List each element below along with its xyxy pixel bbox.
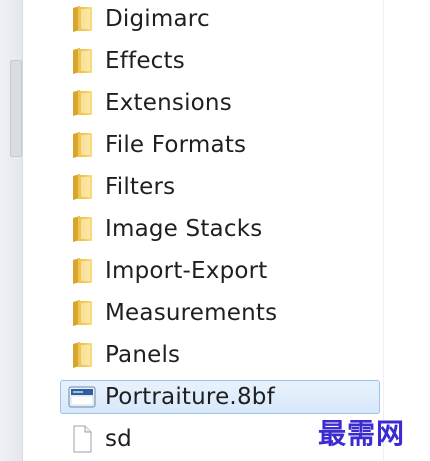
folder-icon (67, 340, 97, 370)
file-name: Panels (105, 342, 181, 368)
folder-icon (67, 130, 97, 160)
file-name: Image Stacks (105, 216, 263, 242)
folder-icon (67, 214, 97, 244)
file-name: Extensions (105, 90, 232, 116)
folder-icon (67, 4, 97, 34)
folder-row-file-formats[interactable]: File Formats (60, 128, 380, 162)
document-icon (67, 424, 97, 454)
folder-row-extensions[interactable]: Extensions (60, 86, 380, 120)
folder-icon (67, 88, 97, 118)
folder-row-import-export[interactable]: Import-Export (60, 254, 380, 288)
file-row-portraiture[interactable]: Portraiture.8bf (60, 380, 380, 414)
folder-row-filters[interactable]: Filters (60, 170, 380, 204)
folder-icon (67, 256, 97, 286)
navigation-pane-edge (0, 0, 23, 461)
navigation-scrollbar-thumb[interactable] (10, 60, 22, 157)
folder-icon (67, 46, 97, 76)
file-name: sd (105, 426, 132, 452)
folder-icon (67, 172, 97, 202)
file-name: Filters (105, 174, 176, 200)
file-name: Effects (105, 48, 185, 74)
folder-row-measurements[interactable]: Measurements (60, 296, 380, 330)
folder-row-image-stacks[interactable]: Image Stacks (60, 212, 380, 246)
file-name: Portraiture.8bf (105, 384, 275, 410)
folder-row-digimarc[interactable]: Digimarc (60, 2, 380, 36)
watermark-text: 最需网 (318, 417, 406, 450)
file-name: File Formats (105, 132, 247, 158)
right-pane-edge (383, 0, 430, 461)
plugin-file-icon (67, 382, 97, 412)
file-explorer-window: Digimarc Effects Extensions File Formats… (0, 0, 430, 461)
folder-row-panels[interactable]: Panels (60, 338, 380, 372)
file-name: Import-Export (105, 258, 268, 284)
file-name: Digimarc (105, 6, 210, 32)
folder-icon (67, 298, 97, 328)
folder-row-effects[interactable]: Effects (60, 44, 380, 78)
file-name: Measurements (105, 300, 278, 326)
